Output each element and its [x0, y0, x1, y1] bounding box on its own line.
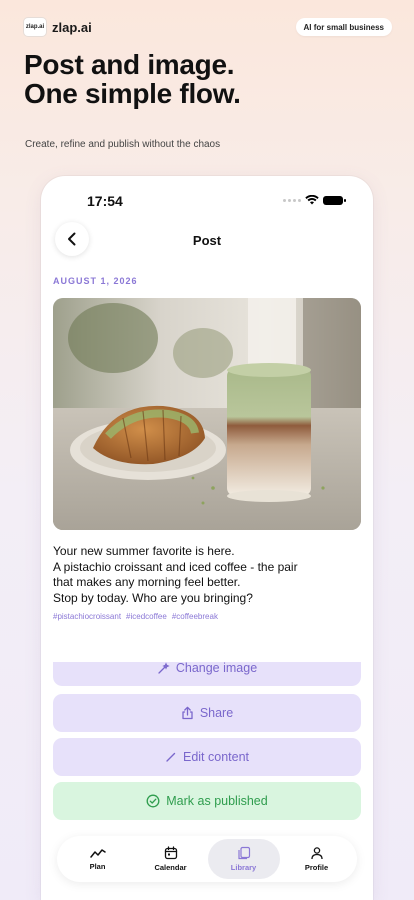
tab-plan[interactable]: Plan: [62, 839, 134, 879]
tab-library[interactable]: Library: [207, 839, 280, 879]
tab-bar: Plan Calendar Library Profile: [57, 836, 357, 882]
pencil-icon: [165, 751, 177, 763]
battery-icon: [323, 195, 346, 205]
post-image: [53, 298, 361, 530]
tab-profile[interactable]: Profile: [281, 839, 353, 879]
status-icons: [283, 195, 346, 205]
share-button[interactable]: Share: [53, 694, 361, 732]
tab-label: Library: [230, 863, 257, 872]
library-icon: [237, 846, 250, 860]
change-image-button[interactable]: Change image: [53, 661, 361, 686]
share-icon: [181, 706, 194, 720]
hero-title-line-2: One simple flow.: [24, 78, 241, 109]
hashtag[interactable]: #pistachiocroissant: [53, 612, 121, 621]
hashtag[interactable]: #coffeebreak: [172, 612, 218, 621]
caption-line: Stop by today. Who are you bringing?: [53, 590, 253, 605]
magic-wand-icon: [157, 662, 170, 675]
status-time: 17:54: [87, 193, 123, 209]
hashtags: #pistachiocroissant #icedcoffee #coffeeb…: [53, 612, 218, 621]
brand: zlap.ai zlap.ai: [24, 18, 92, 36]
caption-line: Your new summer favorite is here.: [53, 544, 235, 558]
hero-subtitle: Create, refine and publish without the c…: [25, 139, 221, 150]
tab-label: Plan: [89, 862, 106, 871]
caption-line: A pistachio croissant and iced coffee - …: [53, 559, 298, 574]
screen-title: Post: [192, 233, 222, 248]
tab-calendar[interactable]: Calendar: [135, 839, 207, 879]
tab-label: Profile: [304, 863, 329, 872]
edit-content-button[interactable]: Edit content: [53, 738, 361, 776]
tagline-badge: AI for small business: [295, 18, 392, 36]
phone-mockup: 17:54 Post AUGUST 1, 2026 Your new summe…: [41, 176, 373, 900]
edit-content-label: Edit content: [182, 750, 249, 764]
change-image-label: Change image: [175, 661, 258, 675]
profile-icon: [310, 847, 323, 860]
hero-title-line-1: Post and image.: [24, 49, 235, 80]
post-date: AUGUST 1, 2026: [53, 276, 138, 286]
caption-line: that makes any morning feel better.: [53, 575, 241, 589]
check-circle-icon: [146, 794, 160, 808]
hashtag[interactable]: #icedcoffee: [126, 612, 167, 621]
post-caption: Your new summer favorite is here. A pist…: [53, 544, 353, 606]
calendar-icon: [164, 846, 177, 860]
hero-title: Post and image. One simple flow.: [24, 50, 241, 108]
brand-name: zlap.ai: [52, 19, 92, 35]
mark-published-button[interactable]: Mark as published: [53, 782, 361, 820]
chart-icon: [89, 849, 106, 858]
signal-icon: [283, 198, 301, 202]
mark-published-label: Mark as published: [166, 794, 268, 808]
brand-logo: zlap.ai: [24, 18, 46, 36]
share-label: Share: [199, 706, 234, 720]
tab-label: Calendar: [154, 863, 187, 872]
wifi-icon: [305, 195, 319, 205]
